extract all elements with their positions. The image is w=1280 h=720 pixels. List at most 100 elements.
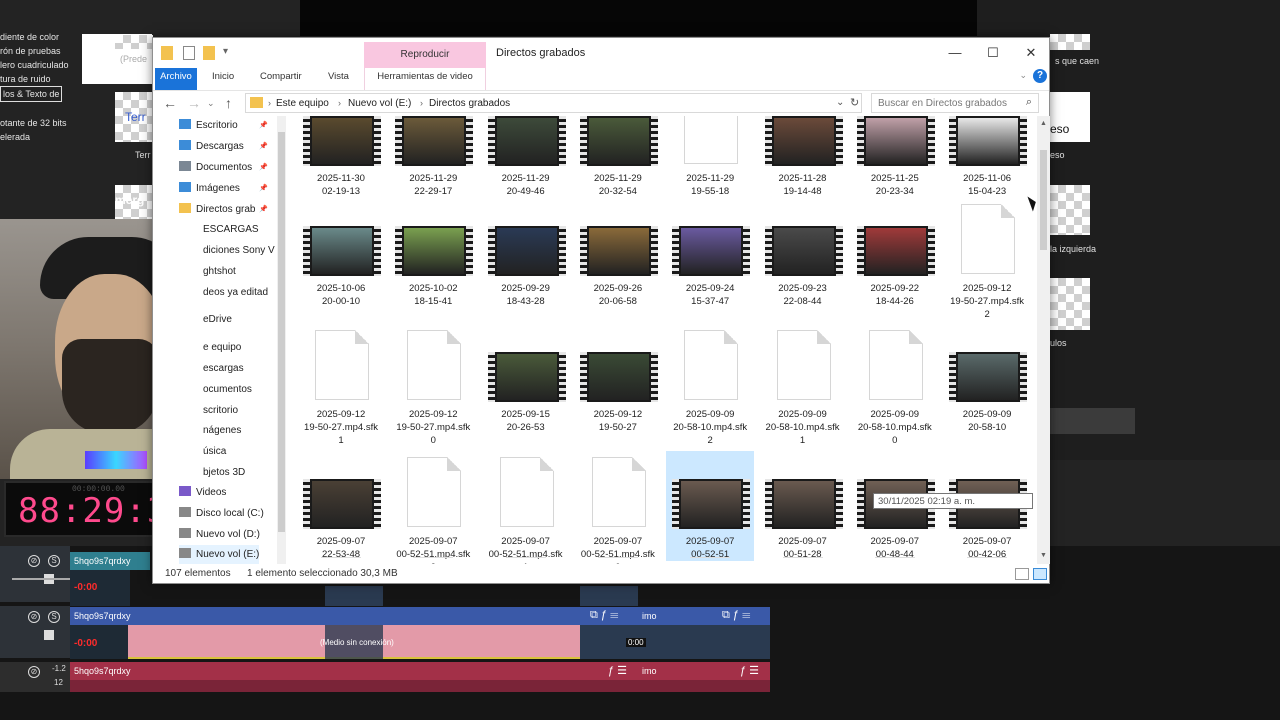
nav-item[interactable]: deos ya editad — [203, 283, 268, 303]
scroll-up-icon[interactable]: ▲ — [1040, 120, 1047, 127]
breadcrumb-directos[interactable]: Directos grabados — [429, 98, 510, 109]
ribbon-expand-icon[interactable]: ⌄ — [1019, 70, 1027, 81]
forward-arrow-icon[interactable]: → — [187, 95, 201, 111]
effect-item[interactable]: rón de pruebas — [0, 44, 80, 58]
large-icons-view-icon[interactable] — [1033, 568, 1047, 580]
mute-icon[interactable]: ⊘ — [28, 611, 40, 623]
nav-item[interactable]: scritorio — [203, 401, 238, 421]
video-file-item[interactable]: 2025-09-23 22-08-44 — [759, 198, 847, 316]
video-file-item[interactable]: 2025-09-26 20-06-58 — [574, 198, 662, 316]
video-clip[interactable] — [325, 586, 383, 606]
nav-scrollbar[interactable] — [277, 116, 286, 564]
video-file-item[interactable]: 2025-09-24 15-37-47 — [666, 198, 754, 316]
preset-thumbnail[interactable]: Terr — [115, 92, 155, 142]
video-file-item[interactable]: 2025-09-07 22-53-48 — [297, 451, 385, 564]
volume-slider[interactable] — [12, 578, 74, 580]
help-icon[interactable]: ? — [1033, 69, 1047, 83]
preset-thumbnail[interactable] — [1050, 185, 1090, 235]
context-tab-header[interactable]: Reproducir — [364, 42, 486, 68]
tab-inicio[interactable]: Inicio — [212, 68, 234, 90]
video-file-item[interactable]: 2025-09-09 20-58-10 — [943, 324, 1031, 442]
effect-item-selected[interactable]: los & Texto de — [0, 86, 63, 102]
up-arrow-icon[interactable]: ↑ — [225, 95, 232, 111]
mute-icon[interactable]: ⊘ — [28, 666, 40, 678]
file-item[interactable]: 2025-09-09 20-58-10.mp4.sfk 2 — [666, 324, 754, 446]
nav-item[interactable]: e equipo — [203, 338, 241, 358]
next-row-item[interactable] — [967, 557, 1008, 564]
next-row-item[interactable] — [505, 557, 546, 564]
audio-waveform[interactable] — [70, 680, 770, 692]
details-view-icon[interactable] — [1015, 568, 1029, 580]
panel-scrollbar[interactable] — [1050, 408, 1135, 434]
nav-item[interactable]: Nuevo vol (D:) — [179, 525, 260, 545]
effect-item[interactable]: otante de 32 bits — [0, 116, 80, 130]
track-header[interactable]: ⊘ S — [0, 546, 74, 602]
address-dropdown-icon[interactable]: ⌄ — [836, 97, 844, 108]
nav-item[interactable]: nágenes — [203, 421, 241, 441]
file-item[interactable]: 2025-09-09 20-58-10.mp4.sfk 1 — [759, 324, 847, 446]
video-file-item[interactable]: 2025-11-06 15-04-23 — [943, 116, 1031, 206]
minimize-button[interactable]: — — [943, 44, 967, 62]
video-file-item[interactable]: 2025-09-15 20-26-53 — [482, 324, 570, 442]
file-item[interactable]: 2025-09-09 20-58-10.mp4.sfk 0 — [851, 324, 939, 446]
content-scrollbar-thumb[interactable] — [1040, 150, 1047, 250]
nav-item[interactable]: Videos — [179, 483, 226, 503]
tab-herramientas-video[interactable]: Herramientas de video — [364, 68, 486, 90]
preset-thumbnail[interactable] — [1050, 278, 1090, 330]
effect-item[interactable]: elerada — [0, 130, 80, 144]
nav-scrollbar-thumb[interactable] — [278, 132, 285, 532]
solo-icon[interactable]: S — [48, 555, 60, 567]
video-clip[interactable] — [580, 586, 638, 606]
refresh-icon[interactable]: ↻ — [850, 96, 859, 109]
clip-fx-icons[interactable]: ƒ ☰ — [608, 664, 627, 677]
effect-item[interactable]: lero cuadriculado — [0, 58, 80, 72]
nav-item[interactable]: eDrive — [203, 310, 232, 330]
pin-icon[interactable]: 📌 — [259, 205, 268, 213]
next-row-item[interactable] — [690, 557, 731, 564]
video-file-item[interactable]: 2025-09-29 18-43-28 — [482, 198, 570, 316]
next-row-item[interactable] — [597, 557, 638, 564]
nav-item[interactable]: Directos grab — [179, 200, 255, 220]
search-input[interactable]: Buscar en Directos grabados ⌕ — [871, 93, 1039, 113]
nav-item[interactable]: Imágenes — [179, 179, 240, 199]
video-file-item[interactable]: 2025-10-06 20-00-10 — [297, 198, 385, 316]
preset-thumbnail[interactable]: eso — [1050, 92, 1090, 142]
breadcrumb-separator[interactable]: › — [338, 98, 341, 108]
video-file-item[interactable]: 2025-11-29 22-29-17 — [389, 116, 477, 206]
video-file-item[interactable]: 2025-09-22 18-44-26 — [851, 198, 939, 316]
nav-item[interactable]: Nuevo vol (E:) — [179, 545, 260, 564]
file-explorer-window[interactable]: ▾ Reproducir Directos grabados — ☐ ✕ Arc… — [152, 37, 1050, 584]
title-bar[interactable]: ▾ Reproducir Directos grabados — ☐ ✕ — [153, 38, 1049, 68]
preset-thumbnail[interactable] — [1050, 34, 1090, 50]
back-arrow-icon[interactable]: ← — [163, 95, 177, 111]
file-item[interactable]: 2025-09-07 00-52-51.mp4.sfk 2 — [389, 451, 477, 564]
pin-icon[interactable]: 📌 — [259, 163, 268, 171]
nav-item[interactable]: ghtshot — [203, 262, 236, 282]
nav-item[interactable]: ocumentos — [203, 380, 252, 400]
preset-thumbnail[interactable] — [115, 35, 153, 49]
tab-vista[interactable]: Vista — [328, 68, 349, 90]
new-folder-icon[interactable] — [203, 46, 215, 60]
video-file-item[interactable]: 2025-09-07 00-51-28 — [759, 451, 847, 564]
solo-icon[interactable]: S — [48, 611, 60, 623]
breadcrumb-este-equipo[interactable]: Este equipo — [276, 98, 329, 109]
nav-item[interactable]: Descargas — [179, 137, 244, 157]
next-row-item[interactable] — [782, 557, 823, 564]
tab-compartir[interactable]: Compartir — [260, 68, 302, 90]
nav-item[interactable]: Disco local (C:) — [179, 504, 264, 524]
close-button[interactable]: ✕ — [1019, 44, 1043, 62]
video-file-item[interactable]: 2025-11-30 02-19-13 — [297, 116, 385, 206]
nav-item[interactable]: escargas — [203, 359, 244, 379]
video-file-item[interactable]: 2025-11-29 20-32-54 — [574, 116, 662, 206]
recent-dropdown-icon[interactable]: ⌄ — [207, 98, 215, 109]
clip-fx-icons[interactable]: ⧉ ƒ ☰ — [590, 609, 618, 622]
nav-item[interactable]: ESCARGAS — [203, 220, 259, 240]
file-item[interactable]: 2025-09-12 19-50-27.mp4.sfk 1 — [297, 324, 385, 446]
video-file-item[interactable]: 2025-11-28 19-14-48 — [759, 116, 847, 206]
breadcrumb-separator[interactable]: › — [268, 98, 271, 108]
effect-item[interactable]: diente de color — [0, 30, 80, 44]
pin-icon[interactable]: 📌 — [259, 142, 268, 150]
track-header[interactable]: ⊘ S — [0, 606, 70, 658]
content-scrollbar[interactable]: ▲ ▼ — [1037, 116, 1050, 564]
track-fx-icon[interactable] — [44, 630, 54, 640]
